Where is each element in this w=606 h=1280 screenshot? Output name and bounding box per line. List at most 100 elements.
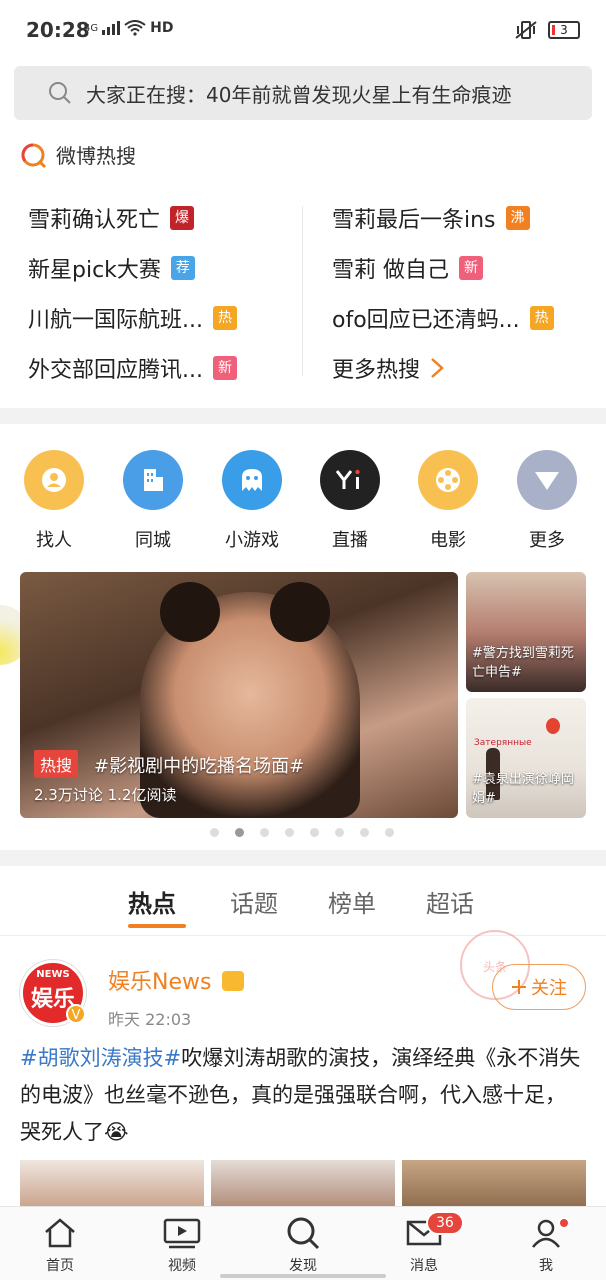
verified-icon: V <box>66 1004 86 1024</box>
quick-film[interactable]: 电影 <box>408 450 488 552</box>
status-bar: 20:28 4G HD 3 <box>0 0 606 62</box>
post-body[interactable]: #胡歌刘涛演技#吹爆刘涛胡歌的演技，演绎经典《永不消失的电波》也丝毫不逊色，真的… <box>20 1040 586 1151</box>
nav-home[interactable]: 首页 <box>20 1215 100 1275</box>
post-image[interactable] <box>402 1160 586 1210</box>
banner-side-title: #袁泉出演徐峥岡娟# <box>472 772 574 806</box>
nav-label: 首页 <box>46 1258 74 1274</box>
quick-mini-game[interactable]: 小游戏 <box>212 450 292 552</box>
nav-messages[interactable]: 消息 36 <box>384 1211 464 1275</box>
carousel-dot[interactable] <box>385 828 394 837</box>
carousel-dot[interactable] <box>360 828 369 837</box>
banner-main[interactable]: 热搜 #影视剧中的吃播名场面# 2.3万讨论 1.2亿阅读 <box>20 572 458 818</box>
banner-side-title: #警方找到雪莉死亡申告# <box>472 646 574 680</box>
video-icon <box>163 1218 201 1249</box>
status-right: 3 <box>514 20 580 40</box>
city-icon <box>123 450 183 510</box>
vibrate-icon <box>515 21 537 39</box>
post-time: 昨天 22:03 <box>108 1010 192 1029</box>
hot-badge: 新 <box>459 256 483 280</box>
chevron-right-icon <box>431 358 444 378</box>
more-hot-search-link[interactable]: 更多热搜 <box>332 352 444 384</box>
nav-label: 发现 <box>289 1258 317 1274</box>
nav-discover[interactable]: 发现 <box>263 1215 343 1275</box>
carousel-dot[interactable] <box>210 828 219 837</box>
bottom-nav: 首页 视频 发现 消息 36 我 <box>0 1206 606 1280</box>
tab-ranking[interactable]: 榜单 <box>328 884 376 919</box>
weibo-hot-icon <box>21 143 47 168</box>
banner-figure-hair <box>270 582 330 642</box>
more-hot-search-label: 更多热搜 <box>332 358 421 383</box>
hd-label: HD <box>150 20 174 36</box>
hot-item-right-2[interactable]: 雪莉 做自己 新 <box>332 252 483 284</box>
home-icon <box>45 1218 75 1248</box>
network-label: 4G <box>84 22 99 34</box>
search-icon <box>49 82 71 104</box>
poster-overlay-text: Затерянные <box>474 738 532 748</box>
post-username-text: 娱乐News <box>108 970 212 995</box>
hot-item-text: 外交部回应腾讯... <box>28 358 203 383</box>
nav-label: 视频 <box>168 1258 196 1274</box>
post-username[interactable]: 娱乐News <box>108 964 245 996</box>
carousel-dot-active[interactable] <box>235 828 244 837</box>
balloon-graphic <box>546 718 560 734</box>
banner-hot-tag: 热搜 <box>34 750 79 778</box>
hot-item-left-2[interactable]: 新星pick大赛 荐 <box>28 252 195 284</box>
banner-stats: 2.3万讨论 1.2亿阅读 <box>34 786 177 804</box>
carousel-dot[interactable] <box>285 828 294 837</box>
hot-item-left-1[interactable]: 雪莉确认死亡 爆 <box>28 202 195 234</box>
quick-live[interactable]: 直播 <box>310 450 390 552</box>
plus-icon <box>512 980 526 994</box>
quick-more[interactable]: 更多 <box>507 450 587 552</box>
banner-side-2[interactable]: Затерянные #袁泉出演徐峥岡娟# <box>466 698 586 818</box>
tab-hot[interactable]: 热点 <box>128 884 176 919</box>
hot-item-left-4[interactable]: 外交部回应腾讯... 新 <box>28 352 237 384</box>
tab-super-topic[interactable]: 超话 <box>426 884 474 919</box>
battery-icon: 3 <box>548 21 580 39</box>
post-images <box>20 1160 586 1210</box>
hot-item-text: 雪莉确认死亡 <box>28 208 161 233</box>
hot-badge: 新 <box>212 356 237 380</box>
nav-video[interactable]: 视频 <box>142 1215 222 1275</box>
hot-search-header[interactable]: 微博热搜 <box>20 140 136 169</box>
post-hashtag[interactable]: #胡歌刘涛演技# <box>20 1046 181 1070</box>
carousel-dot[interactable] <box>310 828 319 837</box>
message-count-badge: 36 <box>426 1211 464 1235</box>
follow-button[interactable]: 关注 <box>492 964 586 1010</box>
quick-label: 电影 <box>430 530 466 551</box>
notification-dot <box>558 1217 570 1229</box>
hot-search-grid: 雪莉确认死亡 爆 新星pick大赛 荐 川航一国际航班... 热 外交部回应腾讯… <box>0 190 606 390</box>
post-image[interactable] <box>20 1160 204 1210</box>
follow-label: 关注 <box>531 978 567 999</box>
quick-label: 小游戏 <box>225 530 279 551</box>
banner-title: #影视剧中的吃播名场面# <box>94 756 305 777</box>
quick-label: 找人 <box>36 530 72 551</box>
carousel-dots <box>210 828 394 837</box>
hot-item-right-3[interactable]: ofo回应已还清蚂... 热 <box>332 302 554 334</box>
quick-find-person[interactable]: 找人 <box>14 450 94 552</box>
nav-me[interactable]: 我 <box>506 1215 586 1275</box>
feed-tabs: 热点 话题 榜单 超话 <box>0 870 606 936</box>
search-bar[interactable]: 大家正在搜：40年前就曾发现火星上有生命痕迹 <box>14 66 592 120</box>
section-separator <box>0 408 606 424</box>
nav-label: 我 <box>539 1258 553 1274</box>
carousel-dot[interactable] <box>335 828 344 837</box>
hot-item-text: 雪莉最后一条ins <box>332 208 496 233</box>
tab-topics[interactable]: 话题 <box>230 884 278 919</box>
carousel-dot[interactable] <box>260 828 269 837</box>
banner-side-1[interactable]: #警方找到雪莉死亡申告# <box>466 572 586 692</box>
quick-label: 更多 <box>529 530 565 551</box>
signal-icon <box>102 21 121 35</box>
hot-item-left-3[interactable]: 川航一国际航班... 热 <box>28 302 237 334</box>
banner-figure-hair <box>160 582 220 642</box>
quick-label: 同城 <box>135 530 171 551</box>
post-image[interactable] <box>211 1160 395 1210</box>
nav-label: 消息 <box>410 1258 438 1274</box>
hot-item-text: 雪莉 做自己 <box>332 258 449 283</box>
crown-icon <box>222 971 245 991</box>
hot-badge: 爆 <box>170 206 195 230</box>
hot-badge: 热 <box>529 306 554 330</box>
quick-city[interactable]: 同城 <box>113 450 193 552</box>
game-icon <box>222 450 282 510</box>
hot-search-title: 微博热搜 <box>56 144 136 168</box>
hot-item-right-1[interactable]: 雪莉最后一条ins 沸 <box>332 202 530 234</box>
